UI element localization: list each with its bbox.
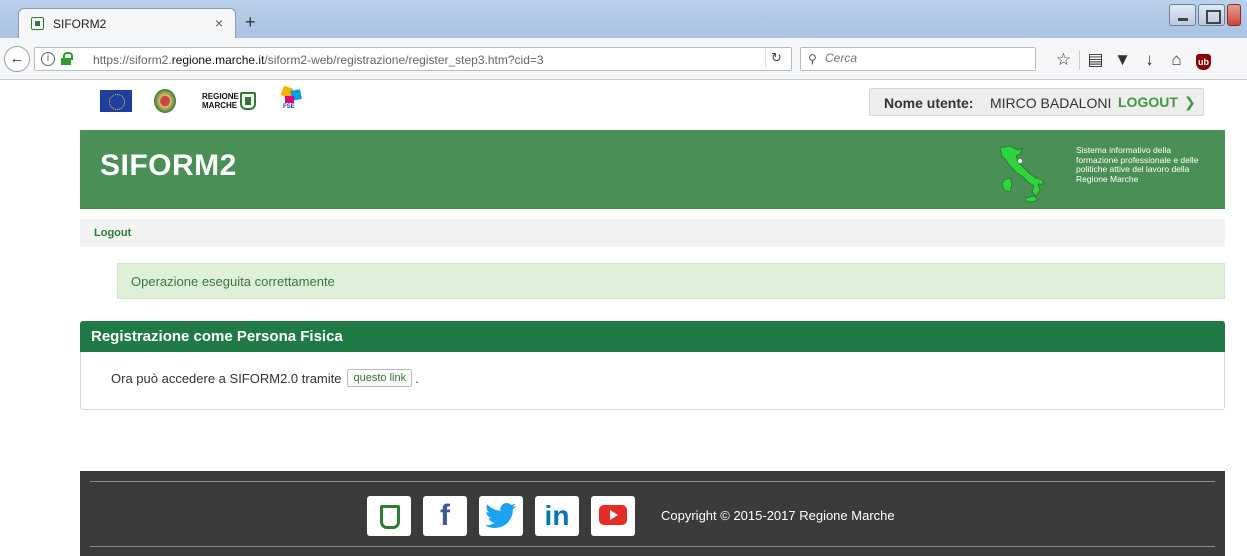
footer-divider [90, 481, 1215, 482]
minimize-button[interactable] [1169, 4, 1196, 26]
partner-logos: REGIONE MARCHE FSE [100, 85, 304, 115]
url-bar[interactable]: i https://siform2.regione.marche.it/sifo… [34, 47, 792, 71]
chevron-right-icon[interactable]: ❯ [1184, 94, 1196, 111]
marche-shield-icon [240, 92, 256, 110]
italy-map-icon [999, 145, 1045, 203]
user-label: Nome utente: [884, 95, 974, 111]
window-controls [1167, 4, 1241, 26]
marche-logo-text: REGIONE MARCHE [202, 92, 239, 110]
footer-divider [90, 546, 1215, 547]
tab-close-icon[interactable]: × [215, 15, 223, 31]
toolbar-separator [1079, 50, 1080, 70]
fse-logo: FSE [280, 85, 304, 115]
user-name: MIRCO BADALONI [990, 95, 1112, 111]
browser-toolbar: ☆ ▤ ▼ ↓ ⌂ ub [1050, 50, 1217, 70]
eu-flag-logo [100, 90, 132, 112]
ublock-shield-icon[interactable]: ub [1190, 50, 1217, 70]
page-content: REGIONE MARCHE FSE Nome utente: MIRCO BA… [0, 81, 1247, 556]
search-bar[interactable]: ⚲ [800, 47, 1036, 71]
fse-logo-text: FSE [283, 104, 295, 110]
pocket-icon[interactable]: ▼ [1109, 50, 1136, 70]
logout-link[interactable]: Logout [94, 227, 131, 239]
regione-marche-logo: REGIONE MARCHE [202, 92, 256, 110]
site-banner: SIFORM2 Sistema informativo della formaz… [80, 130, 1225, 209]
new-tab-button[interactable]: + [245, 12, 256, 33]
youtube-icon[interactable] [591, 496, 635, 536]
reload-icon[interactable]: ↻ [765, 50, 787, 68]
panel-body-suffix: . [415, 370, 419, 386]
facebook-icon[interactable]: f [423, 496, 467, 536]
regione-marche-icon[interactable] [367, 496, 411, 536]
back-button[interactable]: ← [4, 46, 30, 72]
bookmark-star-icon[interactable]: ☆ [1050, 50, 1077, 70]
panel-body-text: Ora può accedere a SIFORM2.0 tramite [111, 370, 342, 386]
download-icon[interactable]: ↓ [1136, 50, 1163, 70]
panel-header: Registrazione come Persona Fisica [80, 321, 1225, 352]
banner-tagline: Sistema informativo della formazione pro… [1076, 145, 1199, 184]
browser-navbar: ← i https://siform2.regione.marche.it/si… [0, 38, 1247, 80]
page-footer: f in Copyright © 2015-2017 Regione March… [80, 471, 1225, 556]
italian-republic-emblem-logo [154, 89, 176, 113]
panel-body: Ora può accedere a SIFORM2.0 tramite que… [111, 369, 419, 387]
reader-list-icon[interactable]: ▤ [1082, 50, 1109, 70]
browser-tab[interactable]: SIFORM2 × [18, 8, 236, 38]
sub-navigation: Logout [80, 219, 1225, 247]
panel-title: Registrazione come Persona Fisica [91, 328, 343, 345]
home-icon[interactable]: ⌂ [1163, 50, 1190, 70]
alert-message: Operazione eseguita correttamente [131, 274, 335, 289]
browser-titlebar: SIFORM2 × + [0, 0, 1247, 38]
site-favicon-icon [31, 17, 44, 30]
access-link-button[interactable]: questo link [347, 369, 413, 387]
search-icon: ⚲ [808, 52, 817, 66]
twitter-icon[interactable] [479, 496, 523, 536]
linkedin-icon[interactable]: in [535, 496, 579, 536]
registration-panel: Registrazione come Persona Fisica Ora pu… [80, 321, 1225, 410]
info-icon[interactable]: i [41, 52, 55, 66]
copyright-text: Copyright © 2015-2017 Regione Marche [661, 508, 895, 523]
maximize-button[interactable] [1198, 4, 1225, 26]
lock-icon[interactable] [61, 52, 73, 65]
search-input[interactable] [825, 51, 1025, 65]
site-title: SIFORM2 [100, 149, 237, 182]
tab-title: SIFORM2 [53, 17, 107, 31]
header-logout-link[interactable]: LOGOUT [1118, 94, 1178, 110]
user-info-box: Nome utente: MIRCO BADALONI LOGOUT ❯ [869, 88, 1204, 116]
success-alert: Operazione eseguita correttamente [117, 263, 1225, 299]
url-text[interactable]: https://siform2.regione.marche.it/siform… [93, 53, 544, 67]
close-window-button[interactable] [1227, 4, 1241, 26]
social-links: f in [367, 496, 635, 536]
